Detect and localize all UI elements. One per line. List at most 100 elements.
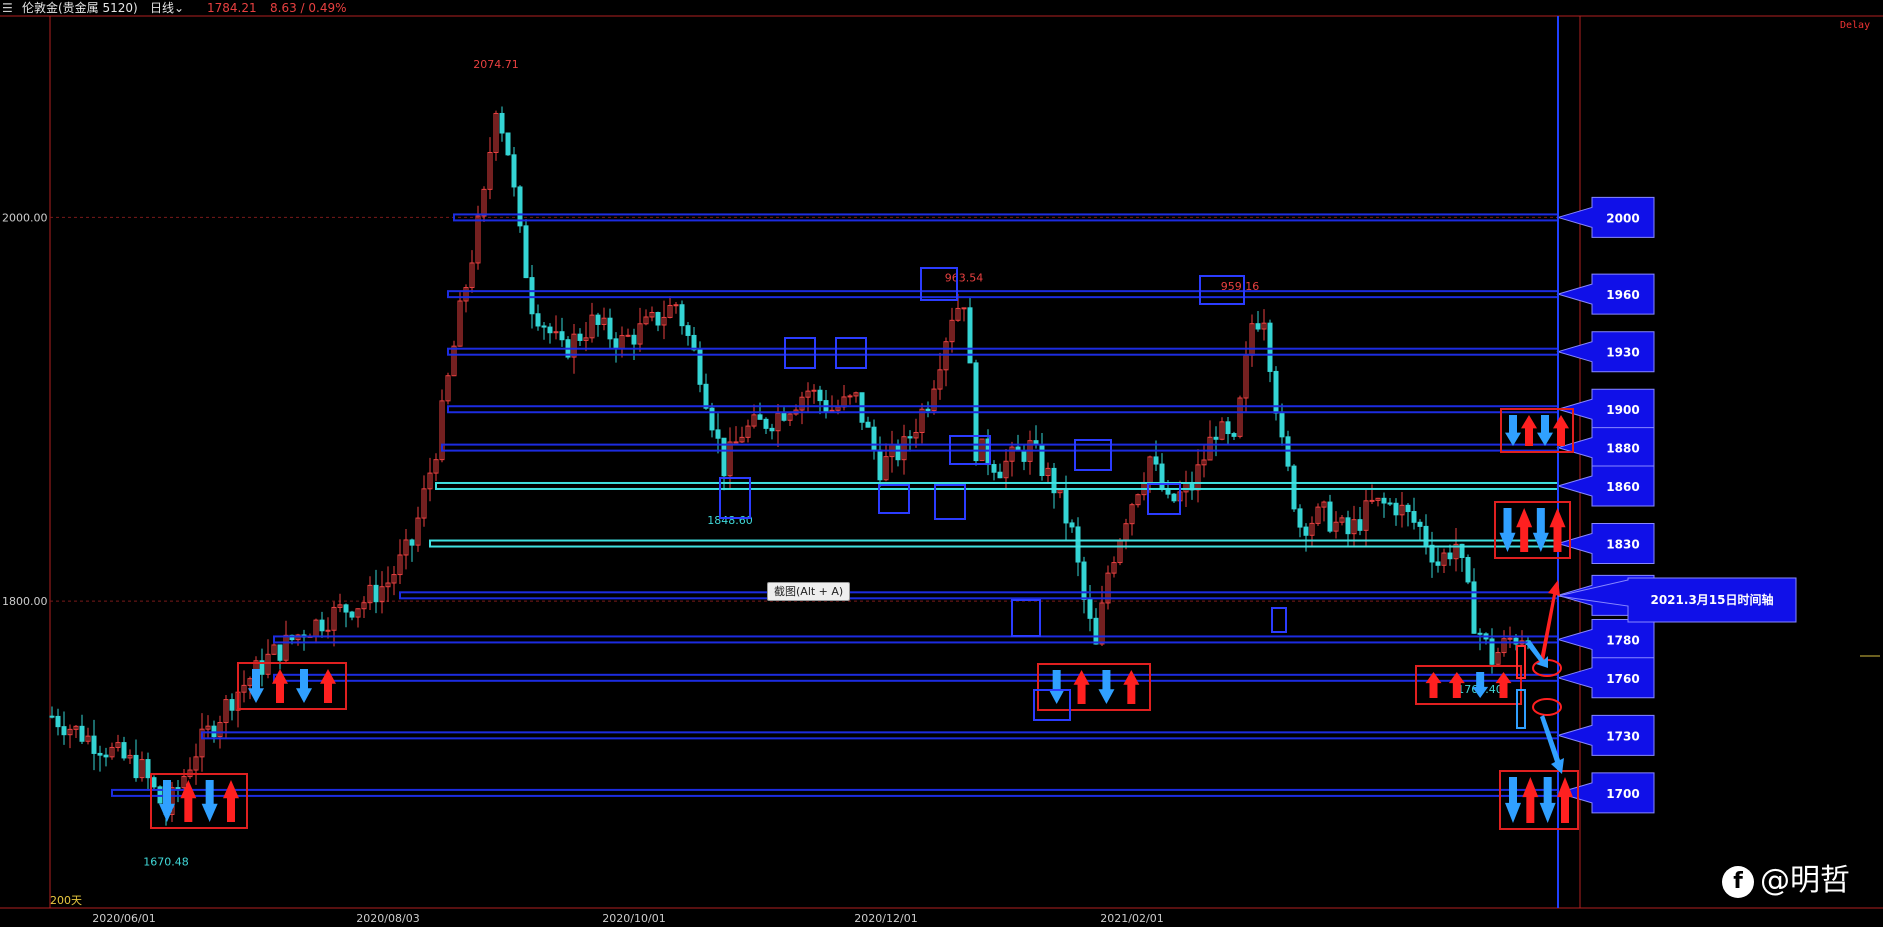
candle-body [535,313,541,327]
candle-body [277,644,283,661]
y-tick-label: 1800.00 [2,595,48,608]
candle-body [523,225,529,279]
sr-line [399,591,1559,600]
candle-body [715,429,721,439]
up-arrow-icon [1553,415,1569,446]
price-annotation: 1848.60 [707,514,753,527]
candlestick-chart[interactable]: 2000.00 1800.00 2020/06/01 2020/08/03 2020/1… [0,0,1883,927]
down-arrow-icon [1540,715,1564,774]
level-label: 2000 [1606,211,1639,225]
candle-body [865,421,871,428]
candle-body [961,307,967,310]
candle-body [577,333,583,341]
candle-body [103,754,109,758]
candle-body [1069,522,1075,528]
candle-body [895,444,901,461]
candle-body [1291,465,1297,510]
candle-body [1063,489,1069,524]
screenshot-tooltip: 截图(Alt + A) [767,582,851,601]
candle-body [511,154,517,188]
candle-body [607,317,613,340]
x-tick-label: 2020/12/01 [854,912,917,925]
sr-line [273,673,1559,682]
candle-body [925,408,931,412]
candle-body [631,334,637,345]
candle-body [613,338,619,349]
candle-body [1393,502,1399,516]
candle-body [859,392,865,423]
sr-line [201,731,1559,740]
candle-body [55,715,61,728]
level-label: 1780 [1606,633,1639,647]
candle-body [325,629,331,632]
candle-body [1303,526,1309,536]
candle-body [1327,501,1333,532]
x-tick-label: 2020/10/01 [602,912,665,925]
candle-body [1039,444,1045,477]
x-tick-label: 2020/06/01 [92,912,155,925]
x-tick-label: 2020/08/03 [356,912,419,925]
down-arrow-icon [1532,508,1549,552]
candle-body [1171,493,1177,502]
candle-body [991,464,997,473]
delay-label: Delay [1840,20,1871,31]
candle-body [1267,322,1273,372]
candle-body [145,759,151,779]
candle-body [133,754,139,779]
candle-body [1357,519,1363,531]
candle-body [1093,617,1099,645]
up-arrow-icon [1516,508,1533,552]
up-arrow-icon [1522,777,1539,823]
candle-body [1231,433,1237,437]
candle-body [781,412,787,421]
down-arrow-icon [1505,415,1521,446]
candle-body [679,304,685,327]
candle-body [373,584,379,603]
candle-body [349,611,355,618]
candle-body [871,426,877,451]
price-annotation: 2074.71 [473,58,519,71]
candle-body [541,325,547,328]
candle-body [1021,450,1027,462]
candle-body [877,449,883,481]
level-label: 1860 [1606,480,1639,494]
candle-body [1369,499,1375,502]
down-arrow-icon [1505,777,1521,823]
period-label: 200天 [50,894,82,907]
candle-body [1435,561,1441,566]
candle-body [673,304,679,307]
author-logo-icon: f [1722,865,1754,898]
candle-body [79,725,85,742]
sr-line [111,788,1559,797]
candle-body [1153,456,1159,465]
candle-body [763,418,769,429]
level-label: 1760 [1606,672,1639,686]
candle-body [769,427,775,432]
sr-line [435,481,1559,490]
price-annotation: 963.54 [945,271,984,284]
candle-body [1159,463,1165,490]
candle-body [175,787,181,790]
sr-line [273,635,1559,644]
candle-body [1387,502,1393,505]
candle-body [1381,497,1387,504]
down-arrow-icon [1499,508,1516,552]
candle-body [505,132,511,156]
candle-body [1225,421,1231,435]
candle-body [319,619,325,632]
candle-body [685,325,691,336]
candle-body [409,539,415,546]
up-arrow-icon [1425,672,1442,698]
candle-body [1471,581,1477,634]
candle-body [1429,544,1435,563]
candle-body [547,326,553,334]
candle-body [733,441,739,444]
down-arrow-icon [1537,415,1553,446]
watermark: f @明哲 [1722,855,1850,899]
price-annotation: 959.16 [1221,280,1260,293]
up-arrow-icon [1521,415,1537,446]
level-label: 1700 [1606,787,1639,801]
candle-body [229,699,235,711]
candle-body [1411,511,1417,523]
x-tick-label: 2021/02/01 [1100,912,1163,925]
